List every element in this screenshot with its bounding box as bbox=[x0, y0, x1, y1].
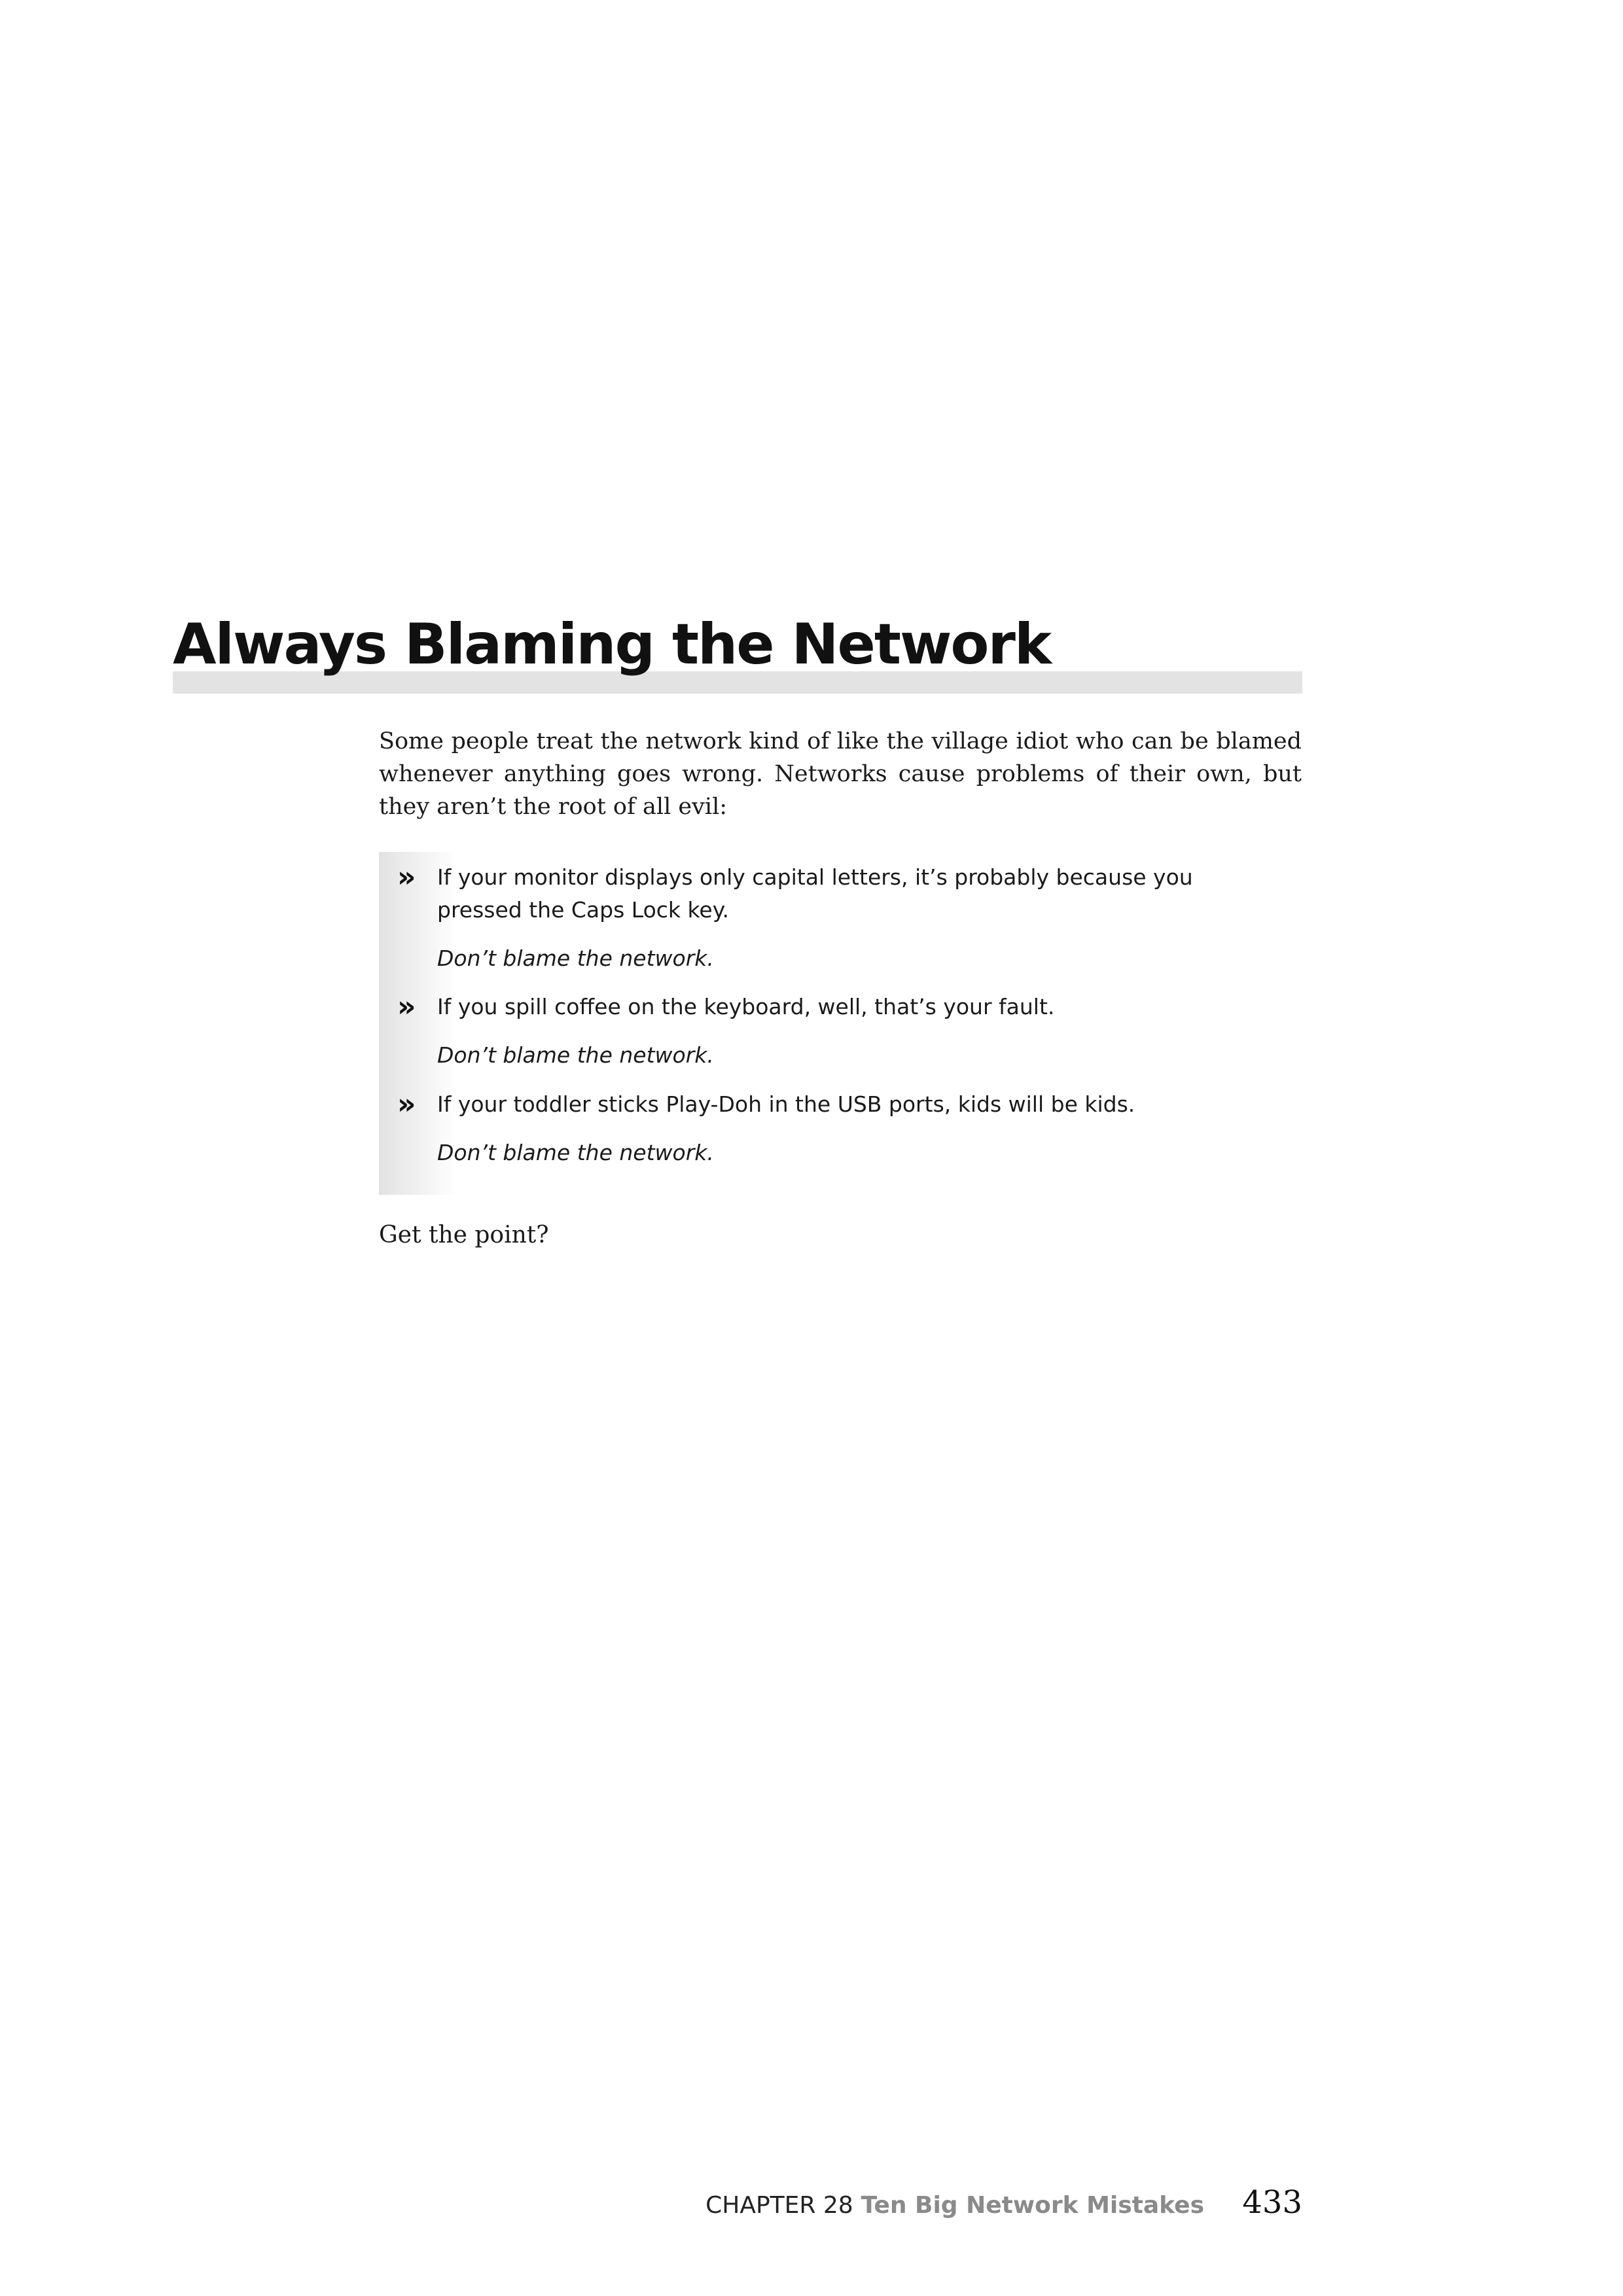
bullet-note: Don’t blame the network. bbox=[437, 1140, 714, 1165]
chevron-double-right-icon: » bbox=[397, 1087, 416, 1121]
page-number: 433 bbox=[1242, 2184, 1302, 2221]
closing-paragraph: Get the point? bbox=[379, 1222, 549, 1248]
section-heading: Always Blaming the Network bbox=[173, 612, 1052, 677]
bullet-text: If your toddler sticks Play-Doh in the U… bbox=[437, 1091, 1135, 1117]
bullet-text: If your monitor displays only capital le… bbox=[437, 864, 1193, 923]
intro-paragraph: Some people treat the network kind of li… bbox=[379, 728, 1302, 820]
section-heading-block: Always Blaming the Network bbox=[173, 609, 1302, 694]
bullet-list-box: » If your monitor displays only capital … bbox=[379, 852, 1302, 1195]
chapter-label: CHAPTER 28 bbox=[705, 2192, 853, 2219]
bullet-note: Don’t blame the network. bbox=[437, 945, 714, 971]
page-footer: CHAPTER 28 Ten Big Network Mistakes 433 bbox=[654, 2183, 1302, 2222]
chevron-double-right-icon: » bbox=[397, 860, 416, 894]
chapter-title: Ten Big Network Mistakes bbox=[861, 2192, 1204, 2219]
chevron-double-right-icon: » bbox=[397, 990, 416, 1023]
bullet-text: If you spill coffee on the keyboard, wel… bbox=[437, 994, 1055, 1019]
bullet-note: Don’t blame the network. bbox=[437, 1042, 714, 1068]
running-footer: CHAPTER 28 Ten Big Network Mistakes bbox=[705, 2189, 1204, 2222]
